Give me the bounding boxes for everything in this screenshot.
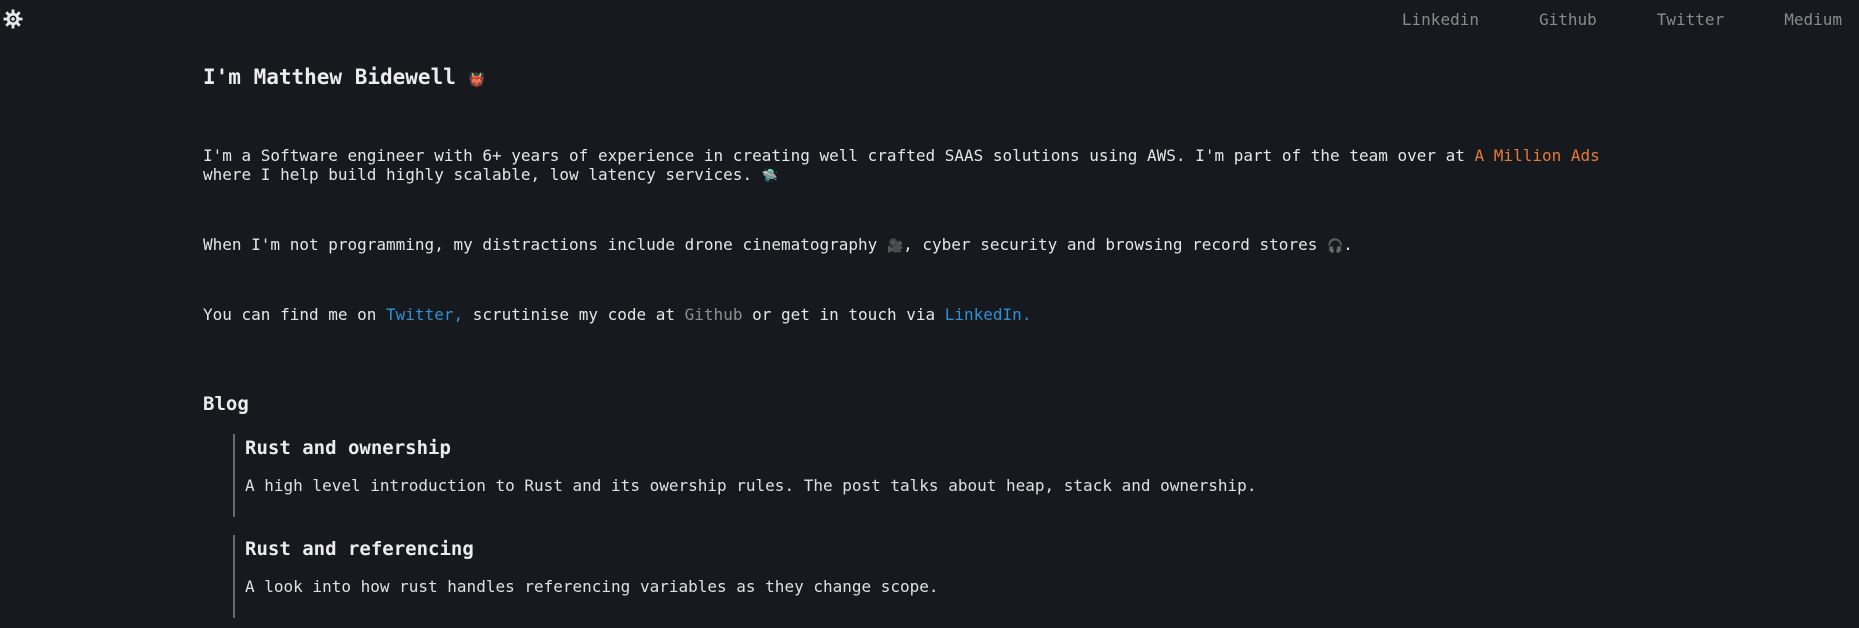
nav-link-twitter[interactable]: Twitter bbox=[1657, 10, 1724, 29]
hobbies-text-3: . bbox=[1343, 235, 1353, 254]
nav-link-github[interactable]: Github bbox=[1539, 10, 1597, 29]
ufo-emoji: 🛸 bbox=[761, 169, 778, 184]
page-title-text: I'm Matthew Bidewell bbox=[203, 65, 456, 89]
hobbies-text-1: When I'm not programming, my distraction… bbox=[203, 235, 887, 254]
gear-icon bbox=[3, 9, 23, 29]
intro-paragraph: I'm a Software engineer with 6+ years of… bbox=[203, 146, 1600, 186]
blog-heading: Blog bbox=[203, 393, 249, 415]
contact-text-1: You can find me on bbox=[203, 305, 387, 324]
contact-text-2: scrutinise my code at bbox=[463, 305, 685, 324]
intro-text-2: where I help build highly scalable, low … bbox=[203, 165, 762, 184]
page-title: I'm Matthew Bidewell 👹 bbox=[203, 62, 485, 96]
contact-paragraph: You can find me on Twitter, scrutinise m… bbox=[203, 305, 1031, 324]
blog-post-card: Rust and referencing A look into how rus… bbox=[233, 535, 1445, 618]
nav-link-linkedin[interactable]: Linkedin bbox=[1402, 10, 1479, 29]
blog-post-description: A high level introduction to Rust and it… bbox=[245, 476, 1257, 495]
hobbies-text-2: , cyber security and browsing record sto… bbox=[903, 235, 1327, 254]
a-million-ads-link[interactable]: A Million Ads bbox=[1475, 146, 1600, 165]
intro-text-1: I'm a Software engineer with 6+ years of… bbox=[203, 146, 1475, 165]
blog-post-card: Rust and ownership A high level introduc… bbox=[233, 434, 1445, 517]
ogre-emoji: 👹 bbox=[468, 73, 485, 88]
hobbies-paragraph: When I'm not programming, my distraction… bbox=[203, 235, 1353, 256]
camera-emoji: 🎥 bbox=[886, 239, 904, 254]
blog-post-description: A look into how rust handles referencing… bbox=[245, 577, 939, 596]
top-navigation: Linkedin Github Twitter Medium bbox=[1402, 8, 1859, 30]
contact-text-3: or get in touch via bbox=[742, 305, 945, 324]
headphones-emoji: 🎧 bbox=[1326, 239, 1344, 254]
linkedin-link[interactable]: LinkedIn. bbox=[945, 305, 1032, 324]
nav-link-medium[interactable]: Medium bbox=[1784, 10, 1842, 29]
blog-post-title[interactable]: Rust and referencing bbox=[245, 535, 1445, 561]
github-link[interactable]: Github bbox=[685, 305, 743, 324]
twitter-link[interactable]: Twitter, bbox=[386, 305, 463, 324]
blog-post-title[interactable]: Rust and ownership bbox=[245, 434, 1445, 460]
theme-toggle-button[interactable] bbox=[3, 9, 23, 29]
